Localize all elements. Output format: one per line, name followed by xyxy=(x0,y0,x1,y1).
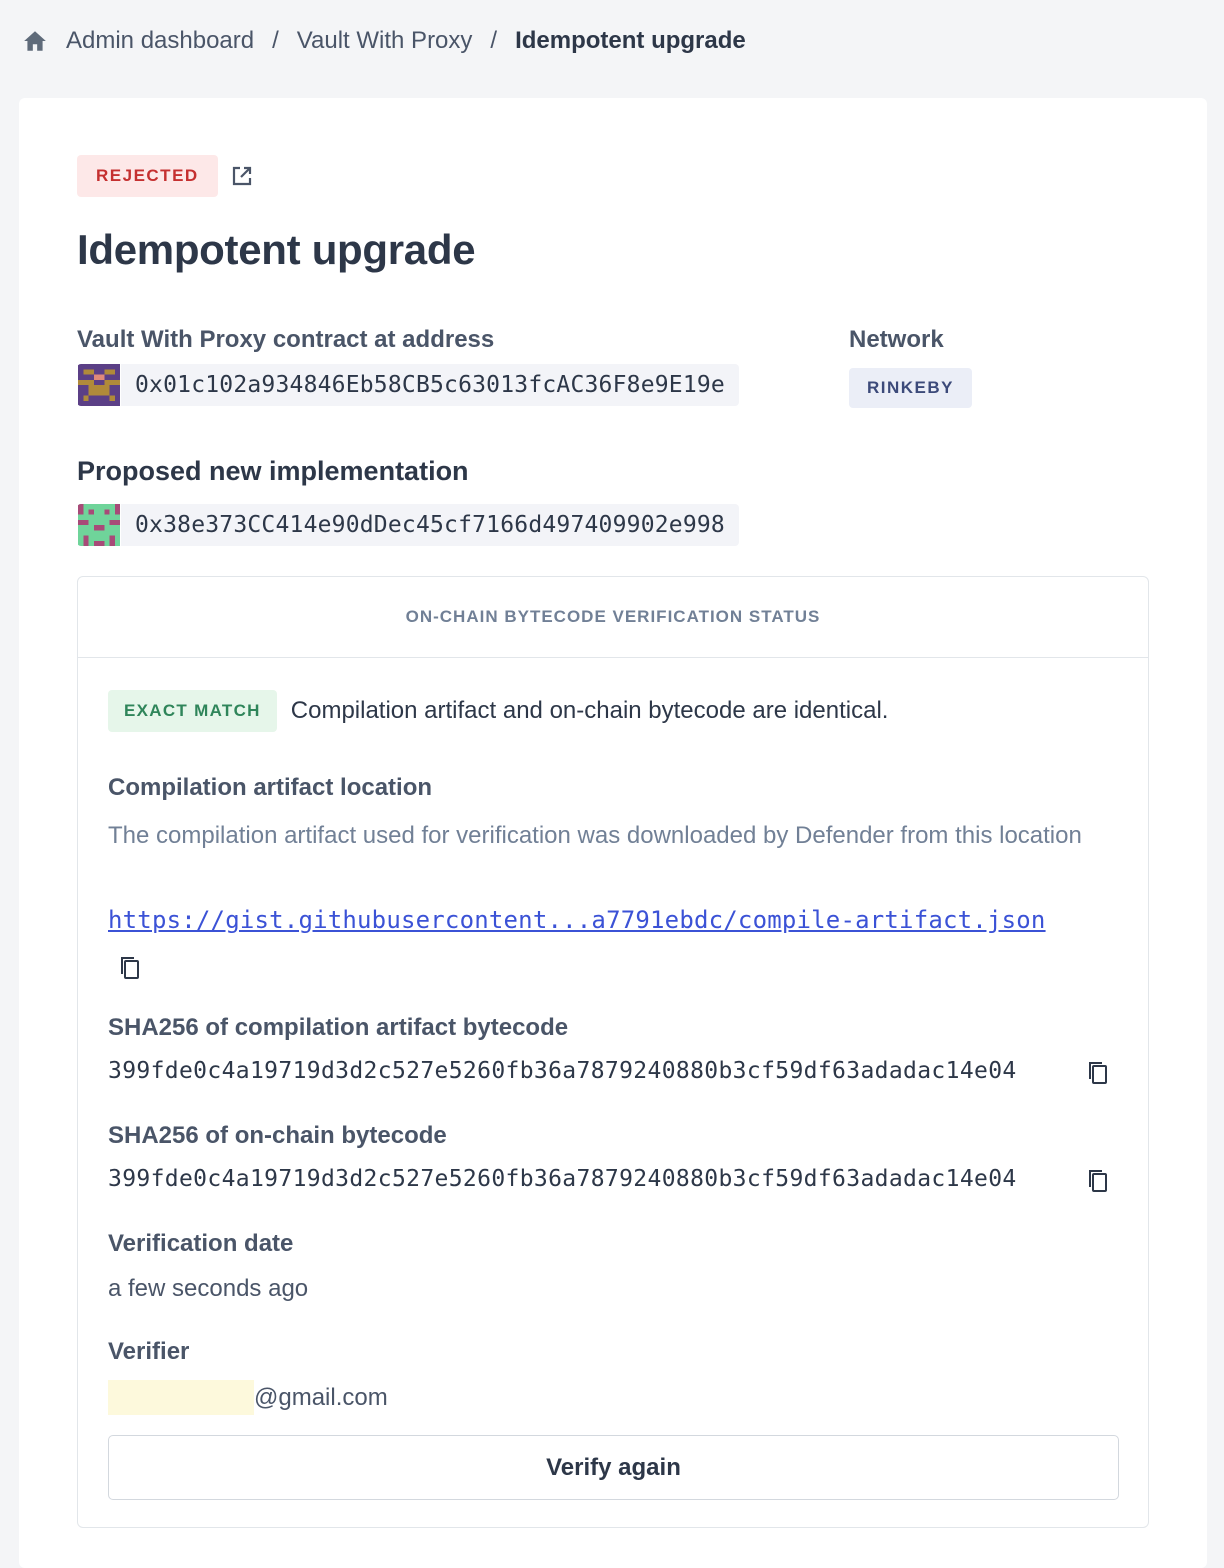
artifact-location-label: Compilation artifact location xyxy=(108,774,433,801)
verifier-label: Verifier xyxy=(108,1338,190,1365)
copy-icon[interactable] xyxy=(118,955,142,981)
implementation-identicon xyxy=(78,504,120,546)
match-row: EXACT MATCH Compilation artifact and on-… xyxy=(108,690,888,732)
verification-panel: ON-CHAIN BYTECODE VERIFICATION STATUS EX… xyxy=(77,576,1149,1528)
page-title: Idempotent upgrade xyxy=(77,226,476,273)
proposal-card: REJECTED Idempotent upgrade Vault With P… xyxy=(19,98,1207,1568)
status-badge: REJECTED xyxy=(77,155,218,197)
verification-date-label: Verification date xyxy=(108,1230,294,1257)
verification-header: ON-CHAIN BYTECODE VERIFICATION STATUS xyxy=(78,577,1148,658)
verify-again-button[interactable]: Verify again xyxy=(108,1435,1119,1500)
external-link-icon[interactable] xyxy=(230,164,254,188)
implementation-address[interactable]: 0x38e373CC414e90dDec45cf7166d497409902e9… xyxy=(77,504,739,546)
network-badge: RINKEBY xyxy=(849,368,973,408)
artifact-url-link[interactable]: https://gist.githubusercontent...a7791eb… xyxy=(108,906,1046,934)
contract-identicon xyxy=(78,364,120,406)
breadcrumb: Admin dashboard / Vault With Proxy / Ide… xyxy=(22,22,746,60)
breadcrumb-separator: / xyxy=(272,27,279,54)
artifact-sha-value: 399fde0c4a19719d3d2c527e5260fb36a7879240… xyxy=(108,1058,1017,1084)
breadcrumb-current: Idempotent upgrade xyxy=(515,27,746,54)
copy-icon[interactable] xyxy=(1086,1168,1110,1194)
status-row: REJECTED xyxy=(77,155,254,197)
contract-address-label: Vault With Proxy contract at address xyxy=(77,326,495,353)
artifact-sha-label: SHA256 of compilation artifact bytecode xyxy=(108,1014,569,1041)
exact-match-badge: EXACT MATCH xyxy=(108,690,277,732)
implementation-address-value: 0x38e373CC414e90dDec45cf7166d497409902e9… xyxy=(121,504,739,546)
implementation-label: Proposed new implementation xyxy=(77,456,469,486)
verifier-email: @gmail.com xyxy=(254,1383,388,1411)
match-description: Compilation artifact and on-chain byteco… xyxy=(290,697,889,724)
contract-address[interactable]: 0x01c102a934846Eb58CB5c63013fcAC36F8e9E1… xyxy=(77,364,739,406)
onchain-sha-value: 399fde0c4a19719d3d2c527e5260fb36a7879240… xyxy=(108,1166,1017,1192)
network-label: Network xyxy=(849,326,944,353)
verifier-value: @gmail.com xyxy=(108,1380,388,1415)
breadcrumb-admin-dashboard[interactable]: Admin dashboard xyxy=(66,27,254,55)
copy-icon[interactable] xyxy=(1086,1060,1110,1086)
artifact-location-description: The compilation artifact used for verifi… xyxy=(108,822,1082,849)
breadcrumb-vault-with-proxy[interactable]: Vault With Proxy xyxy=(297,27,473,55)
contract-address-value: 0x01c102a934846Eb58CB5c63013fcAC36F8e9E1… xyxy=(121,364,739,406)
breadcrumb-separator: / xyxy=(490,27,498,54)
onchain-sha-label: SHA256 of on-chain bytecode xyxy=(108,1122,447,1149)
redacted-username xyxy=(108,1380,254,1415)
home-icon[interactable] xyxy=(22,28,48,54)
verification-date-value: a few seconds ago xyxy=(108,1275,309,1302)
